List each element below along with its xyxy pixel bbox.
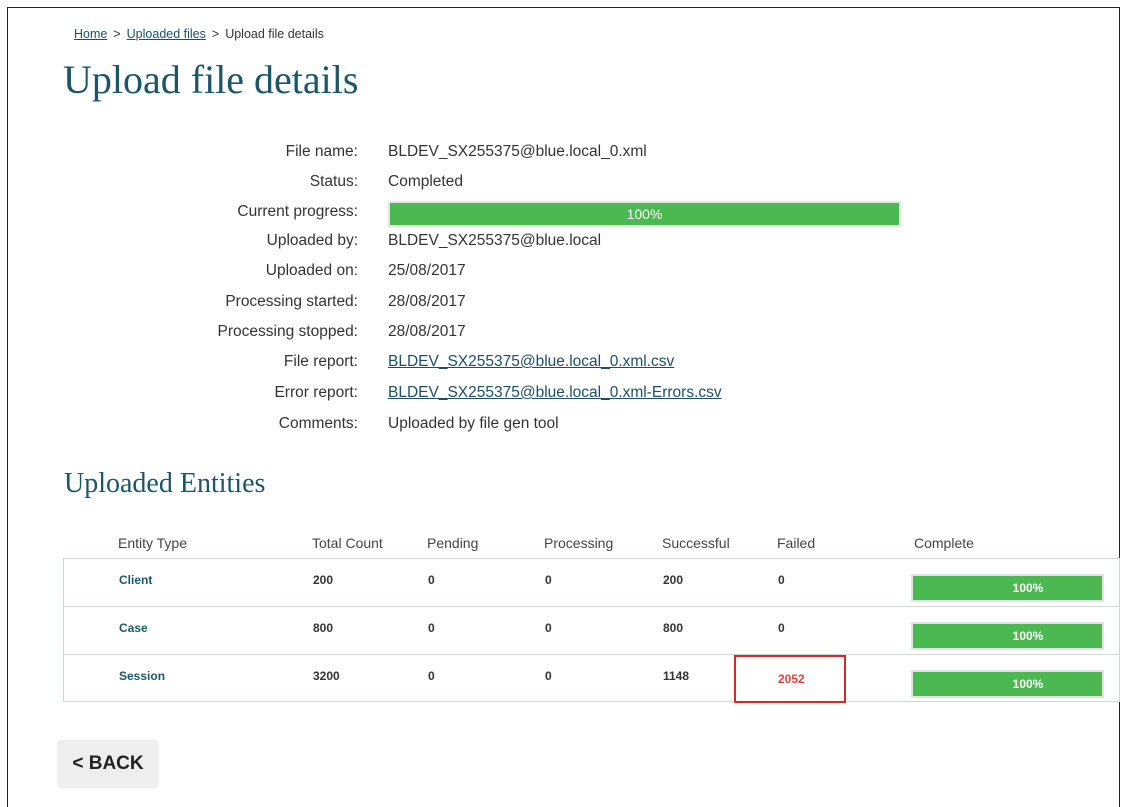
table-row: Session 3200 0 0 1148 2052 100% [64,655,1119,703]
column-header: Entity Type [118,535,188,551]
detail-value: 28/08/2017 [388,323,466,340]
total-count: 800 [313,621,334,635]
detail-current-progress: Current progress: 100% [0,201,1000,233]
current-progress-bar: 100% [388,201,901,227]
detail-status: Status: Completed [0,173,1000,203]
detail-value: 28/08/2017 [388,293,466,310]
failed-count: 2052 [778,672,805,686]
detail-value: Completed [388,173,463,190]
detail-value: 25/08/2017 [388,262,466,279]
entity-type-link[interactable]: Session [119,669,165,683]
detail-label: File report: [283,353,358,370]
successful-count: 200 [663,573,684,587]
detail-processing-stopped: Processing stopped: 28/08/2017 [0,323,1000,353]
error-report-link[interactable]: BLDEV_SX255375@blue.local_0.xml-Errors.c… [388,384,722,401]
detail-value-link-wrap: BLDEV_SX255375@blue.local_0.xml-Errors.c… [388,384,722,402]
detail-value-link-wrap: BLDEV_SX255375@blue.local_0.xml.csv [388,353,674,371]
entity-type-link[interactable]: Client [119,573,152,587]
detail-file-report: File report: BLDEV_SX255375@blue.local_0… [0,353,1000,383]
detail-label: Uploaded by: [266,232,358,249]
total-count: 3200 [313,669,340,683]
table-body: Client 200 0 0 200 0 100% Case 800 0 0 8… [63,558,1120,703]
successful-count: 800 [663,621,684,635]
column-header: Pending [427,535,479,551]
file-report-link[interactable]: BLDEV_SX255375@blue.local_0.xml.csv [388,353,674,370]
complete-progress-bar: 100% [911,574,1104,602]
detail-uploaded-by: Uploaded by: BLDEV_SX255375@blue.local [0,232,1000,262]
successful-count: 1148 [663,669,690,683]
detail-label: Current progress: [237,203,358,220]
detail-processing-started: Processing started: 28/08/2017 [0,293,1000,323]
pending-count: 0 [428,573,435,587]
detail-label: File name: [285,143,358,160]
detail-error-report: Error report: BLDEV_SX255375@blue.local_… [0,384,1000,414]
processing-count: 0 [545,669,552,683]
breadcrumb: Home > Uploaded files > Upload file details [74,27,324,41]
detail-value: BLDEV_SX255375@blue.local [388,232,602,249]
progress-text: 100% [626,206,663,222]
column-header: Total Count [312,535,383,551]
detail-label: Processing stopped: [217,323,358,340]
back-button[interactable]: < BACK [57,740,159,788]
column-header: Successful [662,535,730,551]
detail-value: Uploaded by file gen tool [388,415,559,432]
detail-comments: Comments: Uploaded by file gen tool [0,415,1000,445]
column-header: Complete [914,535,974,551]
progress-text: 100% [1012,629,1044,643]
table-row: Client 200 0 0 200 0 100% [64,559,1119,607]
processing-count: 0 [545,573,552,587]
failed-count: 0 [778,621,785,635]
entity-type-link[interactable]: Case [119,621,148,635]
column-header: Processing [544,535,614,551]
column-header: Failed [777,535,816,551]
breadcrumb-separator: > [113,27,121,41]
progress-text: 100% [1012,581,1044,595]
pending-count: 0 [428,621,435,635]
failed-count: 0 [778,573,785,587]
uploaded-entities-title: Uploaded Entities [64,468,266,499]
complete-progress-bar: 100% [911,670,1104,698]
detail-label: Status: [309,173,358,190]
breadcrumb-uploaded-files-link[interactable]: Uploaded files [127,27,206,41]
detail-label: Comments: [278,415,358,432]
page-title: Upload file details [63,57,359,102]
table-row: Case 800 0 0 800 0 100% [64,607,1119,655]
table-header: Entity Type Total Count Pending Processi… [63,530,1120,556]
breadcrumb-separator: > [211,27,220,41]
detail-label: Processing started: [225,293,358,310]
detail-label: Uploaded on: [265,262,358,279]
detail-file-name: File name: BLDEV_SX255375@blue.local_0.x… [0,143,1000,173]
pending-count: 0 [428,669,435,683]
breadcrumb-current: Upload file details [225,27,324,41]
detail-uploaded-on: Uploaded on: 25/08/2017 [0,262,1000,292]
processing-count: 0 [545,621,552,635]
progress-text: 100% [1012,677,1044,691]
breadcrumb-home-link[interactable]: Home [74,27,107,41]
detail-value: BLDEV_SX255375@blue.local_0.xml [388,143,647,160]
total-count: 200 [313,573,334,587]
complete-progress-bar: 100% [911,622,1104,650]
detail-label: Error report: [274,384,358,401]
